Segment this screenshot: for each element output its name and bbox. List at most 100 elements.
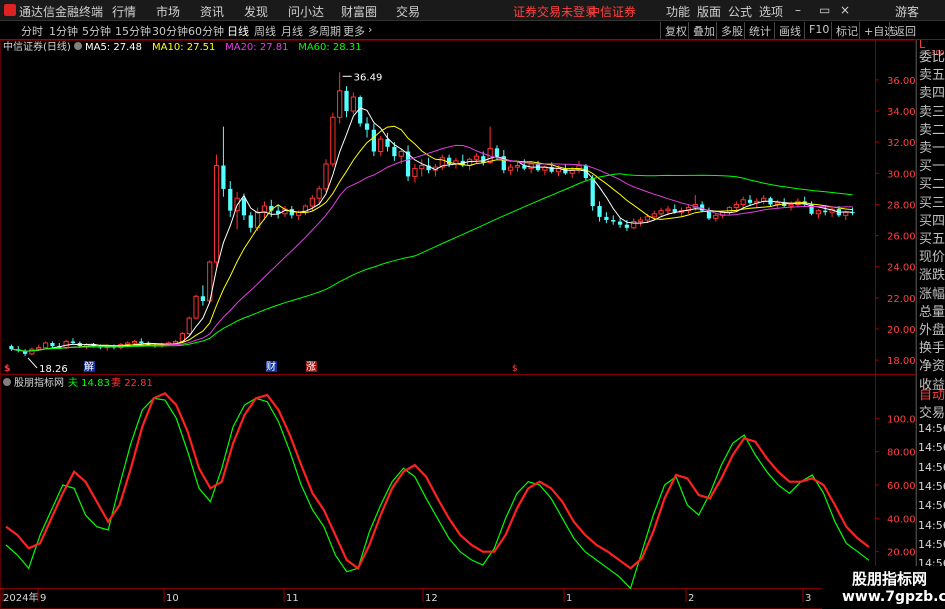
trade-login-status[interactable]: 证券交易未登录 [513,3,597,20]
high-price-label: 36.49 [354,72,383,83]
tick-time: 14:56 [918,441,945,455]
period-5min[interactable]: 5分钟 [82,23,111,39]
time-axis-label: 9 [40,593,46,604]
btn-back[interactable]: 返回 [889,22,920,39]
window-icon[interactable]: ▭ [819,3,830,17]
candle [637,216,644,227]
btn-biaoji[interactable]: 标记 [831,22,862,39]
candle [337,72,343,124]
event-mark-jie[interactable]: 解 [84,360,94,373]
candle [344,86,349,118]
period-multi[interactable]: 多周期 [308,23,341,39]
minimize-button[interactable]: – [795,3,801,17]
candle [706,207,712,221]
candle [70,338,76,345]
menu-jiaoyi[interactable]: 交易 [396,3,420,20]
indicator-settings-icon[interactable] [3,378,11,386]
tick-time: 14:56 [918,422,945,435]
quote-field-label: 净资 [919,359,945,375]
menu-zixun[interactable]: 资讯 [200,3,224,20]
menu-gongshi[interactable]: 公式 [728,3,752,20]
candle [42,341,49,350]
period-monthly[interactable]: 月线 [281,23,303,39]
period-60min[interactable]: 60分钟 [188,23,224,39]
candle [501,149,506,174]
indicator-tick-label: 40.00 [887,514,916,525]
candle [611,215,616,225]
quote-field-label: 换手 [919,341,945,357]
candle [323,159,329,192]
ma-label-ma20: MA20: 27.81 [225,42,288,53]
app-title: 通达信金融终端 [19,5,104,19]
chevron-right-icon[interactable]: › [368,23,372,36]
ma10-line [11,125,853,352]
settings-icon[interactable] [74,42,82,50]
candle [528,162,534,174]
menu-wenxiaoda[interactable]: 问小达 [288,3,324,20]
price-tick-label: 24.00 [887,263,916,274]
quote-field-label: 涨跌 [919,268,945,284]
candle [200,285,206,306]
price-tick-label: 18.00 [887,356,916,367]
candle [466,157,473,171]
btn-diejia[interactable]: 叠加 [688,22,719,39]
ma-label-ma60: MA60: 28.31 [298,42,361,53]
candle [747,195,753,206]
candle [761,195,767,205]
time-axis-label: 10 [166,593,179,604]
quote-field-label: 现价 [919,250,945,266]
period-weekly[interactable]: 周线 [254,23,276,39]
chart-area[interactable]: 18.00 20.00 22.00 24.00 26.00 28.00 30.00 32.00… [0,40,916,609]
period-30min[interactable]: 30分钟 [152,23,188,39]
low-marker [27,357,38,369]
menu-hangqing[interactable]: 行情 [112,3,136,20]
candle [713,213,719,222]
price-tick-label: 36.00 [887,76,916,87]
candle [276,204,281,219]
quote-field-label: 外盘 [919,323,945,338]
close-icon[interactable]: × [840,3,850,17]
stock-label: 中信证券(日线) [3,40,71,53]
price-tick-label: 22.00 [887,294,916,305]
time-axis-label: 2024年 [3,591,38,604]
candle [371,123,376,157]
period-more[interactable]: 更多 [343,23,365,39]
btn-fuquan[interactable]: 复权 [660,22,691,39]
btn-f10[interactable]: F10 [804,22,833,39]
period-1min[interactable]: 1分钟 [49,23,78,39]
candle [213,154,220,267]
event-mark-dollar-left[interactable]: $ [5,364,11,374]
menu-caifuquan[interactable]: 财富圈 [341,3,377,20]
candle [358,95,363,127]
period-15min[interactable]: 15分钟 [115,23,151,39]
user-label[interactable]: 游客 [895,3,919,20]
trade-label[interactable]: 交易 [919,402,945,421]
menu-banmian[interactable]: 版面 [697,3,721,20]
event-mark-zhang[interactable]: 涨 [306,361,316,373]
price-tick-label: 20.00 [887,325,916,336]
btn-duogu[interactable]: 多股 [716,22,747,39]
candle [576,160,582,174]
event-mark-cai[interactable]: 财 [266,360,276,373]
candle [823,205,828,216]
chart-border [0,40,916,609]
event-mark-dollar-mid[interactable]: $ [512,364,518,374]
indicator-fu-label: 夫 14.83 [68,377,110,389]
candle [131,339,138,345]
menu-xuanxiang[interactable]: 选项 [759,3,783,20]
period-fenshi[interactable]: 分时 [21,23,43,39]
chart-svg[interactable]: 18.00 20.00 22.00 24.00 26.00 28.00 30.00 32.00… [0,40,916,609]
indicator-qi-label: 妻 22.81 [111,376,153,389]
menu-shichang[interactable]: 市场 [156,3,180,20]
candle [631,218,637,230]
tick-time: 14:56 [918,518,945,532]
btn-tongji[interactable]: 统计 [744,22,775,39]
menu-gongneng[interactable]: 功能 [666,3,690,20]
price-tick-label: 30.00 [887,169,916,180]
menu-faxian[interactable]: 发现 [244,3,268,20]
btn-huaxian[interactable]: 画线 [774,22,805,39]
candle [22,349,28,357]
period-daily[interactable]: 日线 [227,23,249,39]
watermark-line2: www.7gpzb.com [842,589,945,605]
auto-trade-label[interactable]: 自动 [919,384,945,403]
